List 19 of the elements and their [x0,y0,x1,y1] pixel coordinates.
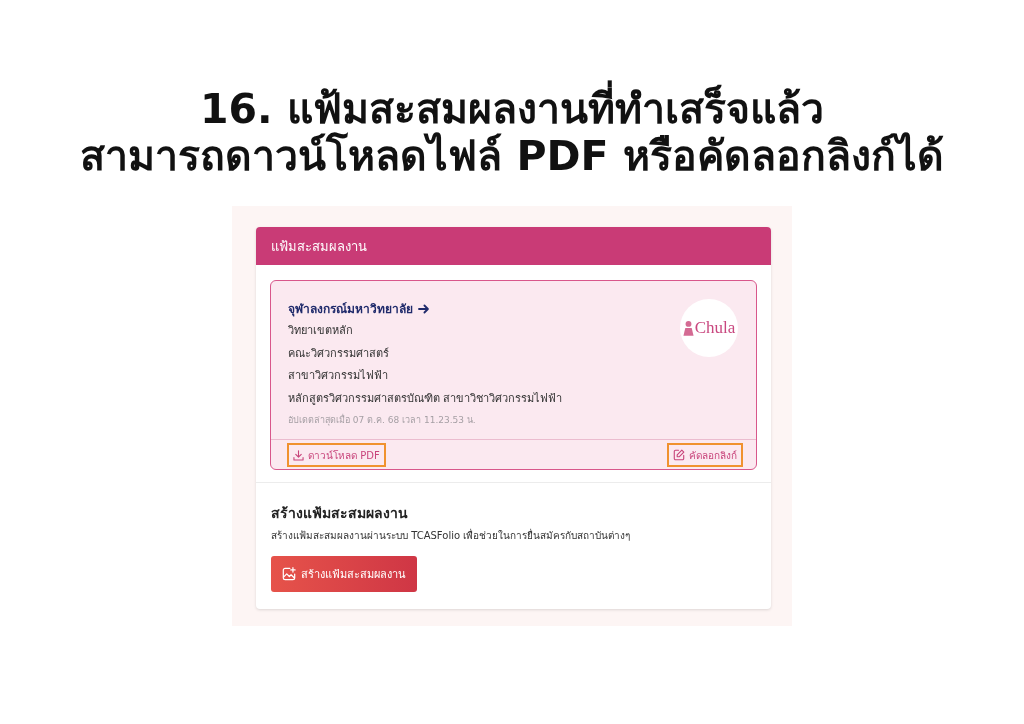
pencil-square-icon [673,449,685,461]
section-heading: สร้างแฟ้มสะสมผลงาน [271,504,409,523]
section-description: สร้างแฟ้มสะสมผลงานผ่านระบบ TCASFolio เพื่อช่วยในการยื่นสมัครกับสถาบันต่างๆ [271,528,632,543]
create-portfolio-button[interactable]: สร้างแฟ้มสะสมผลงาน [271,556,417,592]
program-detail: หลักสูตรวิศวกรรมศาสตรบัณฑิต สาขาวิชาวิศวกรรมไฟฟ้า [288,390,563,407]
download-pdf-button[interactable]: ดาวน์โหลด PDF [287,443,386,467]
logo-text: Chula [694,319,736,337]
program-detail: วิทยาเขตหลัก [288,323,353,339]
last-updated-text: อัปเดตล่าสุดเมื่อ 07 ต.ค. 68 เวลา 11.23.53 น. [288,413,476,427]
university-link[interactable]: จุฬาลงกรณ์มหาวิทยาลัย [288,298,430,320]
person-figure-icon [682,319,694,337]
page-title: 16. แฟ้มสะสมผลงานที่ทำเสร็จแล้ว สามารถดาวน์โหลดไฟล์ PDF หรือคัดลอกลิงก์ได้ [72,76,952,186]
download-icon [293,449,304,461]
copy-link-button[interactable]: คัดลอกลิงก์ [667,443,743,467]
arrow-right-icon [418,304,430,314]
program-detail: สาขาวิศวกรรมไฟฟ้า [288,368,388,384]
image-plus-icon [282,567,296,581]
program-detail: คณะวิศวกรรมศาสตร์ [288,345,389,362]
panel-header: แฟ้มสะสมผลงาน [256,227,771,265]
